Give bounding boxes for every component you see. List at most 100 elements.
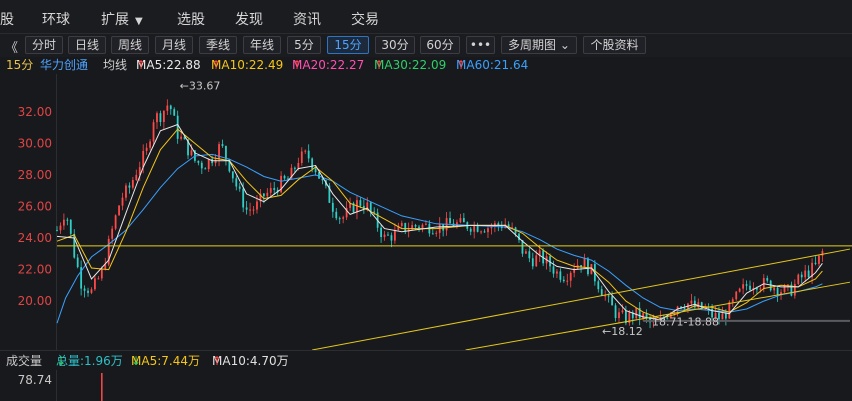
candle-body [131, 180, 134, 188]
volume-label[interactable]: 成交量 [6, 351, 42, 371]
candle-body [283, 175, 286, 179]
volume-legend: 成交量 总量:1.96万 ↓ MA5:7.44万 ↓ MA10:4.70万 ↑ [0, 350, 852, 371]
candle-body [159, 113, 162, 123]
candle-body [218, 144, 220, 160]
candle-body [556, 271, 558, 274]
candle-body [583, 258, 586, 268]
y-tick-label: 20.00 [18, 294, 52, 308]
nav-item-global[interactable]: 环球 [42, 9, 70, 29]
candle-body [487, 228, 489, 233]
candle-body [252, 209, 255, 211]
candle-body [404, 223, 407, 232]
arrow-up-icon: ↑ [211, 58, 222, 72]
candle-body [821, 251, 824, 256]
candle-body [525, 251, 527, 254]
period-button-weekly[interactable]: 周线 [111, 36, 149, 54]
candle-body [797, 274, 800, 284]
candle-body [269, 188, 272, 193]
candle-body [818, 255, 820, 264]
candle-body [245, 207, 248, 210]
candle-body [421, 224, 424, 229]
top-navigation: 股 环球 扩展 ▼ 选股 发现 资讯 交易 [0, 0, 852, 33]
multi-period-chart-button[interactable]: 多周期图 ⌄ [501, 36, 577, 54]
stock-name[interactable]: 华力创通 [40, 56, 88, 74]
candle-body [462, 218, 465, 223]
candle-body [807, 270, 810, 278]
stock-profile-button[interactable]: 个股资料 [583, 36, 646, 54]
chevron-down-icon: ⌄ [559, 38, 570, 52]
candle-body [804, 270, 807, 278]
nav-item-discover[interactable]: 发现 [235, 9, 263, 29]
candle-body [783, 285, 786, 293]
candle-body [173, 109, 176, 116]
y-tick-label: 30.00 [18, 136, 52, 150]
candle-body [100, 268, 103, 279]
candle-body [273, 188, 276, 190]
candle-body [735, 291, 738, 300]
candle-body [152, 122, 155, 142]
candle-body [262, 193, 265, 197]
collapse-icon[interactable]: 《 [5, 37, 18, 56]
nav-item-extend[interactable]: 扩展 ▼ [101, 9, 143, 29]
nav-item-stock[interactable]: 股 [0, 9, 14, 29]
candle-body [766, 278, 769, 281]
candle-body [197, 160, 200, 163]
ma-label[interactable]: 均线 [103, 56, 127, 74]
period-button-15min[interactable]: 15分 [327, 36, 369, 54]
ma10-text: MA10:22.49 [211, 58, 284, 72]
period-button-quarterly[interactable]: 季线 [199, 36, 237, 54]
candle-body [94, 278, 96, 290]
candle-body [311, 158, 314, 169]
candle-body [135, 174, 138, 181]
volume-chart[interactable]: 78.74 [0, 370, 852, 401]
period-button-60min[interactable]: 60分 [420, 36, 460, 54]
nav-item-news[interactable]: 资讯 [293, 9, 321, 29]
period-button-timeshare[interactable]: 分时 [25, 36, 63, 54]
period-button-daily[interactable]: 日线 [68, 36, 106, 54]
period-button-5min[interactable]: 5分 [287, 36, 321, 54]
candle-body [204, 168, 207, 170]
period-button-yearly[interactable]: 年线 [243, 36, 281, 54]
candle-body [459, 218, 462, 223]
candle-body [249, 209, 251, 211]
candle-body [431, 233, 434, 235]
y-tick-label: 26.00 [18, 199, 52, 213]
candle-body [569, 272, 572, 281]
price-annotation: ←18.12 [602, 325, 643, 338]
candle-body [535, 255, 538, 267]
candle-body [469, 228, 472, 232]
candle-body [235, 178, 238, 187]
period-button-monthly[interactable]: 月线 [155, 36, 193, 54]
candle-body [597, 281, 600, 290]
candle-body [776, 287, 779, 296]
candle-body [149, 141, 151, 148]
candle-body [552, 266, 555, 274]
candle-body [724, 313, 727, 319]
price-annotation: ←33.67 [180, 80, 221, 93]
candle-body [114, 215, 117, 229]
candle-body [473, 225, 476, 232]
nav-item-trade[interactable]: 交易 [351, 9, 379, 29]
period-button-30min[interactable]: 30分 [375, 36, 415, 54]
arrow-up-icon: ↑ [374, 58, 385, 72]
candle-body [342, 217, 345, 219]
y-tick-label: 24.00 [18, 231, 52, 245]
candlestick-chart[interactable]: 32.00 30.00 28.00 26.00 24.00 22.00 20.00 ←33.6… [0, 74, 852, 350]
candle-body [256, 201, 258, 210]
candle-body [683, 308, 686, 310]
chevron-down-icon: ▼ [135, 16, 143, 27]
candle-body [566, 280, 569, 282]
candle-body [162, 110, 165, 123]
candle-body [587, 258, 589, 275]
y-tick-label: 28.00 [18, 168, 52, 182]
nav-item-screener[interactable]: 选股 [177, 9, 205, 29]
candle-body [759, 288, 762, 290]
candle-body [287, 178, 289, 180]
candle-body [180, 136, 183, 139]
candle-body [314, 168, 317, 173]
moving-average-legend: 15分 华力创通 均线 MA5:22.88 ↑ MA10:22.49 ↑ MA20:… [0, 56, 852, 74]
more-periods-button[interactable]: ••• [466, 36, 495, 54]
candle-body [721, 313, 724, 320]
candle-body [359, 200, 362, 206]
candle-body [304, 150, 307, 152]
